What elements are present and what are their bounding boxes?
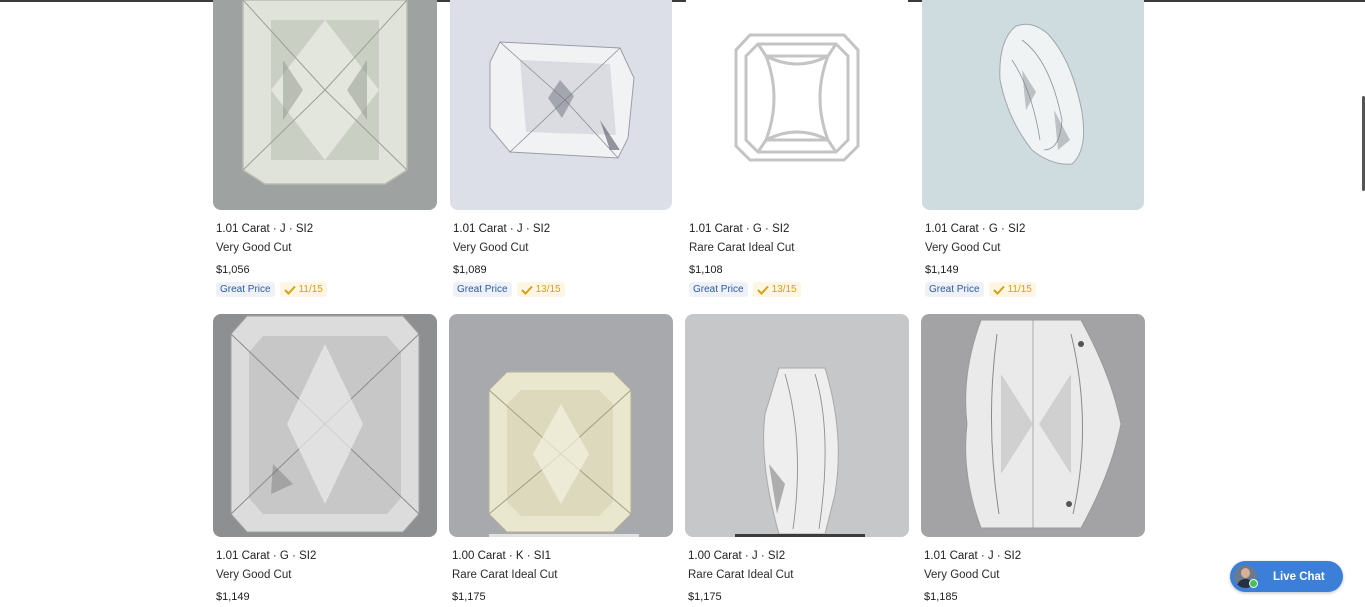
- price-badges: Great Price 13/15: [453, 282, 565, 297]
- diamond-image[interactable]: [450, 0, 672, 210]
- radiant-outline-icon[interactable]: [686, 0, 908, 210]
- live-chat-label: Live Chat: [1273, 570, 1325, 583]
- diamond-card[interactable]: 1.01 Carat · G · SI2 Very Good Cut $1,14…: [922, 0, 1146, 300]
- diamond-image[interactable]: [213, 314, 437, 537]
- check-icon: [520, 285, 533, 295]
- check-icon: [756, 285, 769, 295]
- diamond-cut: Rare Carat Ideal Cut: [452, 569, 558, 581]
- score-value: 13/15: [535, 284, 561, 295]
- score-badge: 11/15: [279, 282, 327, 297]
- score-badge: 13/15: [752, 282, 801, 297]
- diamond-price: $1,185: [924, 591, 958, 603]
- diamond-cut: Very Good Cut: [216, 242, 292, 254]
- great-price-badge: Great Price: [453, 282, 512, 297]
- diamond-cut: Very Good Cut: [925, 242, 1001, 254]
- diamond-cut: Rare Carat Ideal Cut: [688, 569, 794, 581]
- check-icon: [283, 285, 296, 295]
- diamond-image[interactable]: [449, 314, 673, 537]
- product-grid: 1.01 Carat · J · SI2 Very Good Cut $1,05…: [0, 0, 1365, 607]
- diamond-title: 1.01 Carat · G · SI2: [689, 223, 790, 235]
- live-chat-button[interactable]: Live Chat: [1230, 561, 1343, 592]
- diamond-image[interactable]: [921, 314, 1145, 537]
- diamond-title: 1.01 Carat · J · SI2: [216, 223, 314, 235]
- diamond-price: $1,089: [453, 264, 487, 276]
- diamond-title: 1.01 Carat · G · SI2: [925, 223, 1026, 235]
- diamond-cut: Very Good Cut: [216, 569, 292, 581]
- diamond-price: $1,175: [452, 591, 486, 603]
- diamond-price: $1,149: [216, 591, 250, 603]
- diamond-cut: Rare Carat Ideal Cut: [689, 242, 795, 254]
- diamond-card[interactable]: 1.00 Carat · K · SI1 Rare Carat Ideal Cu…: [449, 314, 673, 607]
- diamond-card[interactable]: 1.01 Carat · G · SI2 Rare Carat Ideal Cu…: [686, 0, 910, 300]
- diamond-cut: Very Good Cut: [453, 242, 529, 254]
- score-value: 13/15: [771, 284, 797, 295]
- diamond-title: 1.00 Carat · K · SI1: [452, 550, 552, 562]
- price-badges: Great Price 11/15: [925, 282, 1036, 297]
- diamond-image[interactable]: [922, 0, 1144, 210]
- diamond-title: 1.01 Carat · J · SI2: [924, 550, 1022, 562]
- diamond-title: 1.00 Carat · J · SI2: [688, 550, 786, 562]
- diamond-image[interactable]: [685, 314, 909, 537]
- online-status-icon: [1249, 579, 1258, 588]
- scrollbar[interactable]: [1359, 0, 1365, 607]
- diamond-cut: Very Good Cut: [924, 569, 1000, 581]
- diamond-card[interactable]: 1.01 Carat · G · SI2 Very Good Cut $1,14…: [213, 314, 437, 607]
- price-badges: Great Price 11/15: [216, 282, 327, 297]
- diamond-price: $1,149: [925, 264, 959, 276]
- score-value: 11/15: [298, 284, 323, 295]
- score-badge: 11/15: [988, 282, 1036, 297]
- great-price-badge: Great Price: [689, 282, 748, 297]
- diamond-title: 1.01 Carat · G · SI2: [216, 550, 317, 562]
- diamond-card[interactable]: 1.01 Carat · J · SI2 Very Good Cut $1,05…: [213, 0, 437, 300]
- diamond-title: 1.01 Carat · J · SI2: [453, 223, 551, 235]
- diamond-price: $1,175: [688, 591, 722, 603]
- diamond-card[interactable]: 1.01 Carat · J · SI2 Very Good Cut $1,08…: [450, 0, 674, 300]
- great-price-badge: Great Price: [925, 282, 984, 297]
- great-price-badge: Great Price: [216, 282, 275, 297]
- score-value: 11/15: [1007, 284, 1032, 295]
- score-badge: 13/15: [516, 282, 565, 297]
- diamond-card[interactable]: 1.01 Carat · J · SI2 Very Good Cut $1,18…: [921, 314, 1145, 607]
- diamond-price: $1,056: [216, 264, 250, 276]
- check-icon: [992, 285, 1005, 295]
- price-badges: Great Price 13/15: [689, 282, 801, 297]
- diamond-image[interactable]: [213, 0, 437, 210]
- diamond-card[interactable]: 1.00 Carat · J · SI2 Rare Carat Ideal Cu…: [685, 314, 909, 607]
- diamond-price: $1,108: [689, 264, 723, 276]
